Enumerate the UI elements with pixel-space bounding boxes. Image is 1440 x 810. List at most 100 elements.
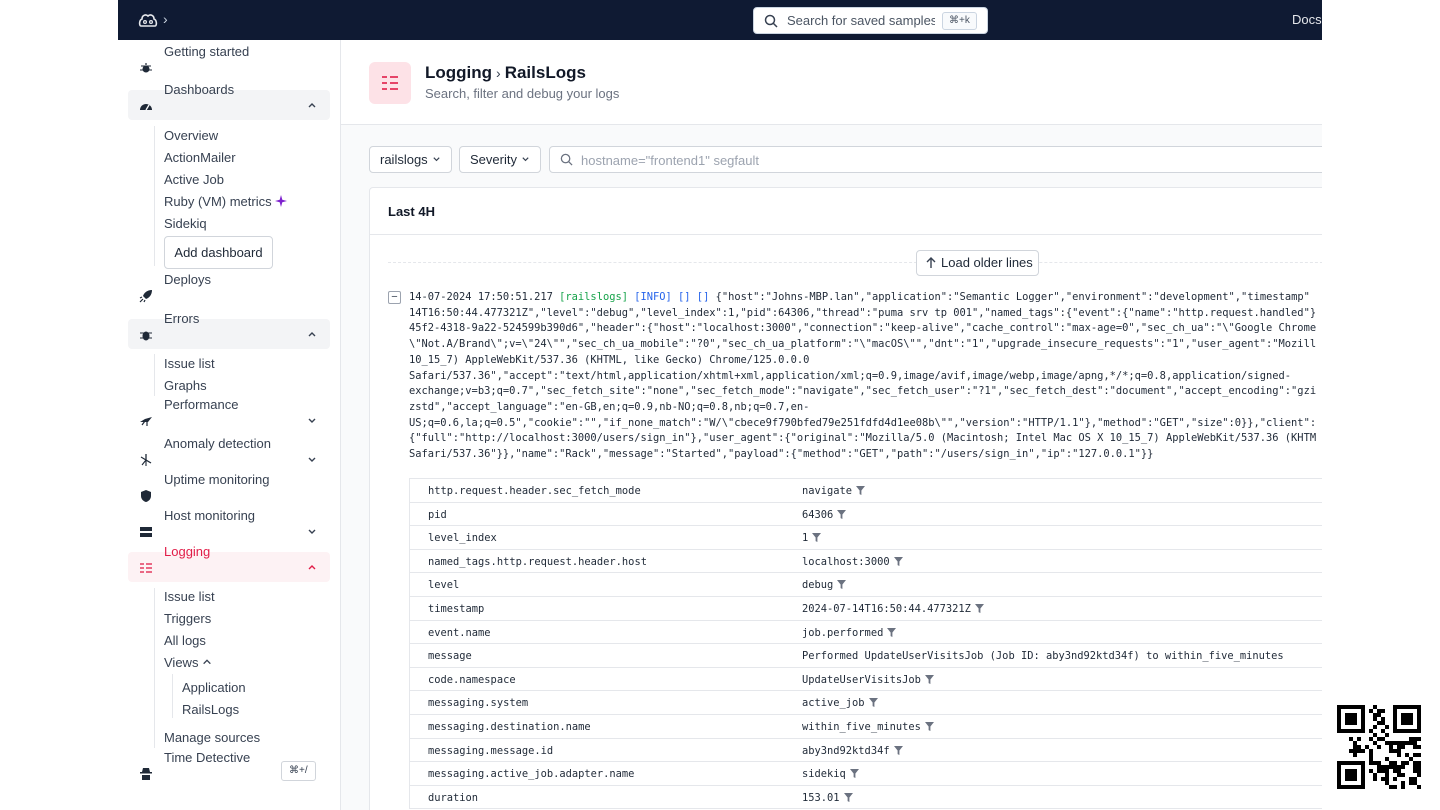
- attribute-value-text: Performed UpdateUserVisitsJob (Job ID: a…: [802, 650, 1284, 663]
- chevron-up-icon[interactable]: [306, 328, 318, 340]
- saved-samples-search[interactable]: Search for saved samples ⌘+k: [753, 7, 988, 34]
- sidebar-item-views[interactable]: Views: [164, 655, 212, 670]
- filter-icon[interactable]: [974, 603, 984, 613]
- sidebar-item-triggers[interactable]: Triggers: [164, 611, 211, 626]
- nav-label: Deploys: [164, 272, 211, 287]
- attribute-key: message: [428, 650, 472, 663]
- filter-icon[interactable]: [837, 580, 847, 590]
- filter-icon[interactable]: [924, 674, 934, 684]
- log-body-line: Safari/537.36"}},"name":"Rack","message"…: [409, 448, 1154, 461]
- filter-icon[interactable]: [843, 792, 853, 802]
- sidebar-item-label: Ruby (VM) metrics: [164, 194, 272, 209]
- sidebar-item-active-job[interactable]: Active Job: [164, 172, 224, 187]
- app-window: › Search for saved samples ⌘+k Docs Gett…: [118, 0, 1322, 810]
- search-placeholder: Search for saved samples: [787, 13, 935, 28]
- logging-app-icon: [369, 62, 411, 104]
- collapse-log-button[interactable]: −: [388, 291, 401, 304]
- nav-uptime-monitoring[interactable]: Uptime monitoring: [128, 472, 330, 510]
- chevron-up-icon[interactable]: [306, 99, 318, 111]
- tree-line: [154, 354, 155, 396]
- log-line[interactable]: 14-07-2024 17:50:51.217 [railslogs] [INF…: [409, 290, 1322, 463]
- sidebar-item-manage-sources[interactable]: Manage sources: [164, 730, 260, 745]
- nav-deploys[interactable]: Deploys: [128, 272, 330, 310]
- chevron-up-icon: [203, 659, 211, 665]
- chevron-down-icon[interactable]: [306, 525, 318, 537]
- filter-icon[interactable]: [837, 509, 847, 519]
- filter-icon[interactable]: [849, 769, 859, 779]
- log-body-line: Safari/537.36","accept":"text/html,appli…: [409, 369, 1292, 382]
- attribute-key: level: [428, 579, 460, 592]
- attribute-value: 153.01: [802, 792, 853, 804]
- log-source-tag: [railslogs]: [559, 291, 628, 303]
- sidebar-item-actionmailer[interactable]: ActionMailer: [164, 150, 236, 165]
- main-content: Logging › RailsLogs Search, filter and deb…: [341, 40, 1322, 810]
- nav-logging[interactable]: Logging: [128, 544, 330, 582]
- filter-icon[interactable]: [812, 533, 822, 543]
- attribute-value: debug: [802, 579, 847, 591]
- log-body-line: 14T16:50:44.477321Z","level":"debug","le…: [409, 306, 1317, 319]
- chevron-up-icon[interactable]: [306, 561, 318, 573]
- tree-line: [154, 588, 155, 748]
- attribute-value-text: job.performed: [802, 626, 884, 639]
- nav-dashboards[interactable]: Dashboards: [128, 82, 330, 120]
- nav-label: Performance: [164, 397, 239, 412]
- nav-host-monitoring[interactable]: Host monitoring: [128, 508, 330, 546]
- nav-getting-started[interactable]: Getting started: [128, 44, 330, 82]
- filter-icon[interactable]: [893, 745, 903, 755]
- app-switcher-chevron-icon[interactable]: ›: [163, 11, 168, 27]
- severity-select[interactable]: Severity: [459, 146, 541, 173]
- breadcrumb-logging[interactable]: Logging: [425, 63, 492, 82]
- divider: [388, 262, 1322, 263]
- appsignal-logo-icon[interactable]: [138, 11, 158, 29]
- qr-code: [1337, 705, 1421, 789]
- log-body-line: 45f2-4318-9a22-524599b390d6","header":{"…: [409, 322, 1317, 335]
- attribute-row: level_index 1: [410, 526, 1322, 550]
- nav-label: Getting started: [164, 44, 250, 59]
- attribute-row: messaging.active_job.adapter.name sidekiq: [410, 762, 1322, 786]
- sidebar-item-overview[interactable]: Overview: [164, 128, 218, 143]
- filter-icon[interactable]: [856, 486, 866, 495]
- nav-performance[interactable]: Performance: [128, 397, 330, 435]
- nav-label: Time Detective: [164, 750, 251, 765]
- attribute-value-text: navigate: [802, 485, 853, 497]
- add-dashboard-button[interactable]: Add dashboard: [164, 236, 273, 269]
- sidebar-item-sidekiq[interactable]: Sidekiq: [164, 216, 207, 231]
- attribute-value-text: 64306: [802, 508, 834, 521]
- attribute-key: messaging.destination.name: [428, 720, 591, 733]
- filter-icon[interactable]: [887, 627, 897, 637]
- chevron-down-icon[interactable]: [306, 453, 318, 465]
- detective-icon: [140, 768, 152, 780]
- attribute-row: messaging.message.id aby3nd92ktd34f: [410, 739, 1322, 763]
- sidebar-item-view-railslogs[interactable]: RailsLogs: [182, 702, 239, 717]
- attribute-row: timestamp 2024-07-14T16:50:44.477321Z: [410, 597, 1322, 621]
- log-body-line: {"host":"Johns-MBP.lan","application":"S…: [709, 291, 1310, 303]
- chevron-down-icon[interactable]: [306, 414, 318, 426]
- attribute-key: pid: [428, 508, 447, 521]
- filter-icon[interactable]: [893, 556, 903, 566]
- load-older-lines-button[interactable]: Load older lines: [916, 250, 1039, 276]
- nav-label: Uptime monitoring: [164, 472, 270, 487]
- sidebar-item-logging-issue-list[interactable]: Issue list: [164, 589, 215, 604]
- sidebar-item-label: Views: [164, 655, 199, 670]
- source-select[interactable]: railslogs: [369, 146, 452, 173]
- sidebar: Getting started Dashboards Overview Acti…: [118, 40, 341, 810]
- sidebar-item-graphs[interactable]: Graphs: [164, 378, 207, 393]
- filter-icon[interactable]: [924, 721, 934, 731]
- nav-label: Anomaly detection: [164, 436, 271, 451]
- log-query-input[interactable]: hostname="frontend1" segfault: [549, 146, 1322, 173]
- sidebar-item-errors-issue-list[interactable]: Issue list: [164, 356, 215, 371]
- log-body-line: US;q=0.6,la;q=0.5","cookie":"","if_none_…: [409, 416, 1317, 429]
- sidebar-item-ruby-vm-metrics[interactable]: Ruby (VM) metrics: [164, 194, 287, 209]
- attribute-value: 1: [802, 532, 822, 544]
- filter-icon[interactable]: [868, 698, 878, 708]
- nav-anomaly-detection[interactable]: Anomaly detection: [128, 436, 330, 474]
- docs-link[interactable]: Docs: [1292, 12, 1322, 27]
- sidebar-item-view-application[interactable]: Application: [182, 680, 246, 695]
- sidebar-item-all-logs[interactable]: All logs: [164, 633, 206, 648]
- attribute-row: messaging.system active_job: [410, 691, 1322, 715]
- attribute-value-text: 2024-07-14T16:50:44.477321Z: [802, 602, 971, 615]
- nav-errors[interactable]: Errors: [128, 311, 330, 349]
- radar-icon: [140, 454, 152, 466]
- attribute-key: duration: [428, 791, 479, 804]
- search-icon: [560, 153, 573, 166]
